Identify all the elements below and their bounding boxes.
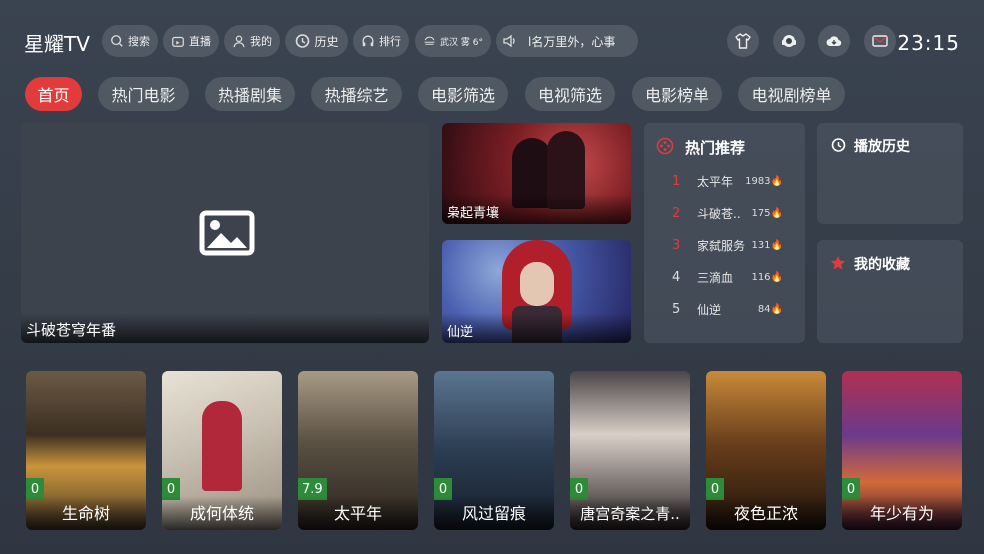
tab-hot-series[interactable]: 热播剧集 xyxy=(205,77,295,111)
tab-home[interactable]: 首页 xyxy=(25,77,82,111)
featured-main-title: 斗破苍穹年番 xyxy=(21,313,429,343)
cloud-icon xyxy=(826,36,842,47)
notice-marquee: l名万里外，心事 xyxy=(496,25,638,57)
hot-rank: 2 xyxy=(672,205,681,221)
poster-card[interactable]: 0 成何体统 xyxy=(162,371,282,530)
poster-figure-face xyxy=(520,262,554,306)
poster-card[interactable]: 0 风过留痕 xyxy=(434,371,554,530)
history-button[interactable]: 历史 xyxy=(285,25,348,57)
film-reel-icon xyxy=(656,137,674,155)
poster-title: 生命树 xyxy=(26,496,146,530)
poster-card[interactable]: 0 生命树 xyxy=(26,371,146,530)
live-label: 直播 xyxy=(189,35,211,48)
feedback-button[interactable] xyxy=(773,25,805,57)
hot-item[interactable]: 1 太平年 1983🔥 xyxy=(644,171,805,191)
hot-name: 太平年 xyxy=(697,174,734,189)
tshirt-icon xyxy=(735,33,751,49)
hot-item[interactable]: 2 斗破苍.. 175🔥 xyxy=(644,203,805,223)
rank-label: 排行 xyxy=(379,35,401,48)
history-icon xyxy=(296,34,310,48)
speaker-icon xyxy=(503,34,515,48)
tab-tv-filter[interactable]: 电视筛选 xyxy=(525,77,615,111)
hot-item[interactable]: 5 仙逆 84🔥 xyxy=(644,299,805,319)
favorites-panel[interactable]: 我的收藏 xyxy=(817,240,963,343)
marquee-text: l名万里外，心事 xyxy=(528,34,616,49)
poster-card[interactable]: 7.9 太平年 xyxy=(298,371,418,530)
poster-card[interactable]: 0 夜色正浓 xyxy=(706,371,826,530)
hot-rank: 5 xyxy=(672,301,681,317)
headphones-icon xyxy=(362,35,374,47)
hot-recommend-title: 热门推荐 xyxy=(685,139,746,157)
skin-button[interactable] xyxy=(727,25,759,57)
poster-title: 成何体统 xyxy=(162,496,282,530)
hot-rank: 3 xyxy=(672,237,681,253)
hot-item[interactable]: 4 三滴血 116🔥 xyxy=(644,267,805,287)
fog-icon xyxy=(424,36,435,45)
poster-card[interactable]: 0 年少有为 xyxy=(842,371,962,530)
poster-title: 太平年 xyxy=(298,496,418,530)
image-placeholder-icon xyxy=(199,210,255,256)
mail-icon xyxy=(872,35,888,47)
poster-figure xyxy=(202,401,242,491)
poster-title: 风过留痕 xyxy=(434,496,554,530)
live-button[interactable]: 直播 xyxy=(163,25,219,57)
featured-side-card-2[interactable]: 仙逆 xyxy=(442,240,631,343)
search-button[interactable]: 搜索 xyxy=(102,25,158,57)
play-history-title: 播放历史 xyxy=(854,139,910,155)
mine-label: 我的 xyxy=(250,35,272,48)
tab-hot-movies[interactable]: 热门电影 xyxy=(98,77,189,111)
poster-title: 唐宫奇案之青.. xyxy=(570,496,690,530)
history-label: 历史 xyxy=(314,34,339,49)
hot-count: 131🔥 xyxy=(751,239,783,251)
poster-card[interactable]: 0 唐宫奇案之青.. xyxy=(570,371,690,530)
poster-title: 年少有为 xyxy=(842,496,962,530)
hot-name: 三滴血 xyxy=(697,270,734,285)
hot-count: 116🔥 xyxy=(751,271,783,283)
weather-text: 武汉 雾 6° xyxy=(440,37,483,48)
hot-name: 仙逆 xyxy=(697,302,722,317)
hot-rank: 4 xyxy=(672,269,681,285)
hot-name: 斗破苍.. xyxy=(697,206,741,221)
poster-title: 夜色正浓 xyxy=(706,496,826,530)
tab-movie-filter[interactable]: 电影筛选 xyxy=(418,77,508,111)
search-icon xyxy=(111,35,123,47)
star-icon xyxy=(830,256,846,270)
app-logo: 星耀TV xyxy=(24,32,90,56)
mail-button[interactable] xyxy=(864,25,896,57)
hot-count: 1983🔥 xyxy=(745,175,783,187)
tab-tv-chart[interactable]: 电视剧榜单 xyxy=(738,77,845,111)
hot-recommend-panel: 热门推荐 1 太平年 1983🔥 2 斗破苍.. 175🔥 3 家弑服务 131… xyxy=(644,123,805,343)
clock: 23:15 xyxy=(897,31,960,55)
hot-rank: 1 xyxy=(672,173,681,189)
featured-main-card[interactable]: 斗破苍穹年番 xyxy=(21,123,429,343)
featured-side-card-1[interactable]: 枭起青壤 xyxy=(442,123,631,224)
history-icon xyxy=(831,138,846,152)
hot-count: 84🔥 xyxy=(757,303,783,315)
search-label: 搜索 xyxy=(128,35,150,48)
support-icon xyxy=(782,35,796,47)
featured-side-title-1: 枭起青壤 xyxy=(442,194,631,224)
tv-icon xyxy=(172,36,184,47)
hot-count: 175🔥 xyxy=(751,207,783,219)
tab-hot-variety[interactable]: 热播综艺 xyxy=(311,77,402,111)
rank-button[interactable]: 排行 xyxy=(353,25,409,57)
weather-widget: 武汉 雾 6° xyxy=(415,25,491,57)
play-history-panel[interactable]: 播放历史 xyxy=(817,123,963,224)
hot-item[interactable]: 3 家弑服务 131🔥 xyxy=(644,235,805,255)
cloud-sync-button[interactable] xyxy=(818,25,850,57)
user-icon xyxy=(233,35,245,48)
hot-name: 家弑服务 xyxy=(697,238,746,253)
featured-side-title-2: 仙逆 xyxy=(442,313,631,343)
mine-button[interactable]: 我的 xyxy=(224,25,280,57)
tab-movie-chart[interactable]: 电影榜单 xyxy=(632,77,722,111)
favorites-title: 我的收藏 xyxy=(854,257,910,273)
